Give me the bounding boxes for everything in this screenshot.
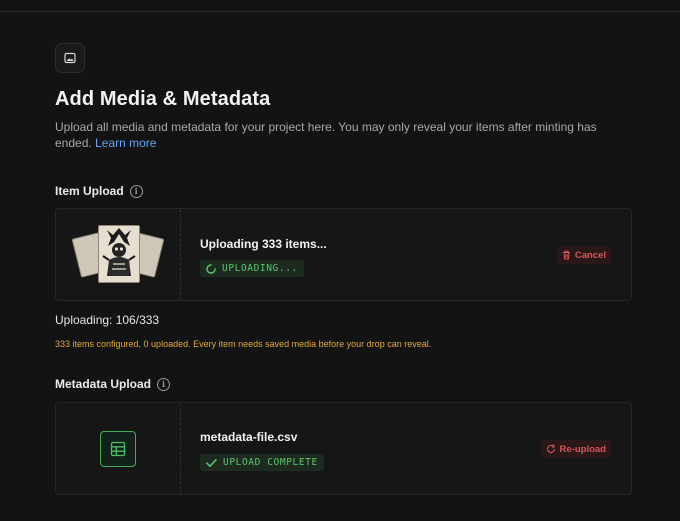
refresh-icon bbox=[546, 444, 555, 453]
upload-warning: 333 items configured, 0 uploaded. Every … bbox=[55, 339, 432, 349]
info-icon[interactable]: i bbox=[157, 377, 171, 391]
metadata-status-text: UPLOAD COMPLETE bbox=[223, 457, 318, 468]
item-upload-status-text: UPLOADING... bbox=[222, 263, 298, 274]
item-preview-thumbnail bbox=[56, 209, 181, 300]
table-file-icon bbox=[100, 430, 136, 467]
item-upload-status-badge: UPLOADING... bbox=[200, 260, 304, 277]
metadata-status-badge: UPLOAD COMPLETE bbox=[200, 454, 324, 471]
item-upload-card: Uploading 333 items... UPLOADING... Canc… bbox=[55, 208, 632, 301]
metadata-upload-heading: Metadata Upload i bbox=[55, 377, 171, 391]
metadata-file-preview bbox=[56, 403, 181, 494]
info-icon[interactable]: i bbox=[129, 184, 143, 198]
learn-more-link[interactable]: Learn more bbox=[95, 136, 156, 150]
item-upload-name: Uploading 333 items... bbox=[200, 237, 327, 251]
item-upload-heading: Item Upload i bbox=[55, 184, 143, 198]
spinner-icon bbox=[206, 263, 216, 274]
artwork-preview bbox=[70, 224, 166, 285]
re-upload-label: Re-upload bbox=[559, 443, 606, 455]
metadata-upload-card: metadata-file.csv UPLOAD COMPLETE Re-upl… bbox=[55, 402, 632, 495]
page-description: Upload all media and metadata for your p… bbox=[55, 119, 630, 151]
check-icon bbox=[206, 458, 217, 467]
image-icon bbox=[55, 43, 85, 73]
page-title: Add Media & Metadata bbox=[55, 88, 271, 110]
top-divider bbox=[0, 11, 680, 12]
re-upload-button[interactable]: Re-upload bbox=[540, 440, 611, 458]
metadata-file-name: metadata-file.csv bbox=[200, 430, 298, 444]
cancel-upload-button[interactable]: Cancel bbox=[556, 246, 611, 264]
trash-icon bbox=[562, 250, 570, 260]
item-upload-label: Item Upload bbox=[55, 184, 124, 198]
artwork-sheet-front bbox=[98, 224, 140, 283]
cancel-upload-label: Cancel bbox=[574, 249, 606, 261]
upload-progress-text: Uploading: 106/333 bbox=[55, 313, 160, 327]
metadata-upload-label: Metadata Upload bbox=[55, 377, 152, 391]
